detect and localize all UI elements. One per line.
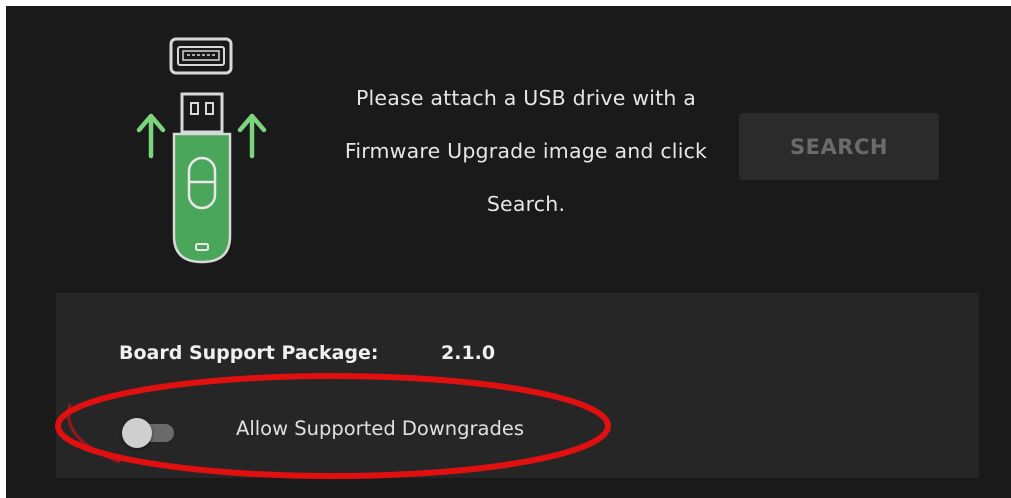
board-support-package-version: 2.1.0 (441, 342, 496, 364)
search-button[interactable]: SEARCH (739, 113, 939, 180)
arrow-up-icon (136, 113, 166, 159)
usb-stick-body-icon (172, 132, 232, 264)
firmware-upgrade-screen: Please attach a USB drive with a Firmwar… (6, 6, 1011, 498)
usb-connector-icon (180, 92, 224, 134)
usb-drive-insert-icon (136, 37, 267, 264)
usb-port-icon (169, 37, 233, 75)
instruction-line: Search. (486, 192, 566, 216)
toggle-knob (122, 418, 152, 448)
attach-usb-instructions: Please attach a USB drive with a Firmwar… (302, 72, 750, 231)
board-support-package-label: Board Support Package: (119, 342, 379, 364)
allow-downgrades-toggle[interactable] (122, 418, 180, 448)
instruction-line: Please attach a USB drive with a (355, 86, 697, 110)
allow-downgrades-label: Allow Supported Downgrades (236, 417, 525, 440)
arrow-up-icon (237, 113, 267, 159)
board-support-panel: Board Support Package: 2.1.0 Allow Suppo… (56, 293, 979, 478)
instruction-line: Firmware Upgrade image and click (344, 139, 708, 163)
